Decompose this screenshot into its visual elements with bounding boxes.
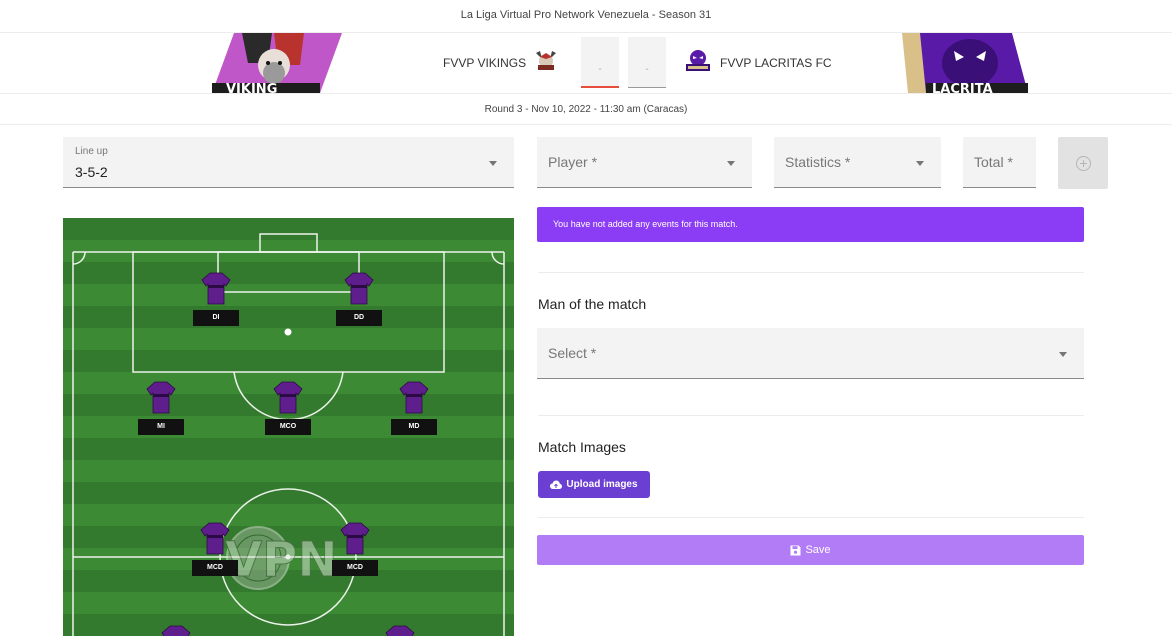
divider: [538, 272, 1084, 273]
match-images-title: Match Images: [538, 439, 626, 455]
no-events-alert: You have not added any events for this m…: [537, 207, 1084, 242]
league-title: La Liga Virtual Pro Network Venezuela - …: [460, 9, 712, 21]
pitch: VPN DI DD MI MCO MD MCD MCD: [63, 218, 514, 636]
save-label: Save: [805, 544, 831, 556]
player-placeholder: Player *: [548, 154, 598, 170]
home-score-input[interactable]: -: [581, 37, 619, 88]
home-team-banner: VIKING: [212, 33, 342, 93]
chevron-down-icon: [916, 161, 924, 166]
man-of-match-select[interactable]: Select *: [537, 328, 1084, 379]
jersey-icon: [201, 272, 231, 305]
jersey-icon: [161, 625, 191, 636]
player-position-label: MCO: [265, 419, 311, 435]
jersey-icon: [200, 522, 230, 555]
chevron-down-icon: [727, 161, 735, 166]
away-score-input[interactable]: -: [628, 37, 666, 88]
lacritas-logo-icon: [684, 49, 712, 76]
plus-circle-icon: [1075, 155, 1091, 171]
player-position-label: MD: [391, 419, 437, 435]
upload-images-button[interactable]: Upload images: [538, 471, 650, 498]
jersey-icon: [146, 381, 176, 414]
round-info: Round 3 - Nov 10, 2022 - 11:30 am (Carac…: [484, 104, 688, 115]
match-edit-page: La Liga Virtual Pro Network Venezuela - …: [0, 0, 1172, 636]
jersey-icon: [344, 272, 374, 305]
player-position-label: DD: [336, 310, 382, 326]
home-team: FVVP VIKINGS: [443, 49, 558, 76]
jersey-icon: [273, 381, 303, 414]
statistics-placeholder: Statistics *: [785, 154, 851, 170]
jersey-icon: [385, 625, 415, 636]
total-input[interactable]: Total *: [963, 137, 1036, 188]
away-team-banner: LACRITA: [902, 33, 1032, 93]
upload-images-label: Upload images: [566, 479, 638, 490]
cloud-upload-icon: [550, 480, 563, 489]
player-position-label: DI: [193, 310, 239, 326]
man-of-match-placeholder: Select *: [548, 345, 597, 361]
home-team-name: FVVP VIKINGS: [443, 55, 527, 70]
away-team-name: FVVP LACRITAS FC: [720, 55, 832, 70]
player-position-label: MCD: [192, 560, 238, 576]
lineup-value: 3-5-2: [75, 164, 108, 180]
away-banner-text: LACRITA: [932, 82, 993, 93]
total-placeholder: Total *: [974, 154, 1013, 170]
divider: [538, 415, 1084, 416]
man-of-match-title: Man of the match: [538, 296, 647, 312]
statistics-select[interactable]: Statistics *: [774, 137, 941, 188]
lineup-label: Line up: [75, 146, 108, 157]
vikings-logo-icon: [534, 49, 558, 76]
save-button[interactable]: Save: [537, 535, 1084, 565]
chevron-down-icon: [489, 161, 497, 166]
divider: [0, 93, 1172, 94]
add-event-button[interactable]: [1058, 137, 1108, 189]
divider: [0, 124, 1172, 125]
player-select[interactable]: Player *: [537, 137, 752, 188]
player-position-label: MCD: [332, 560, 378, 576]
player-position-label: MI: [138, 419, 184, 435]
away-team: FVVP LACRITAS FC: [684, 49, 832, 76]
floppy-disk-icon: [790, 545, 801, 555]
divider: [538, 517, 1084, 518]
pitch-watermark: VPN: [225, 532, 338, 588]
lineup-select[interactable]: Line up 3-5-2: [63, 137, 514, 188]
chevron-down-icon: [1059, 352, 1067, 357]
home-banner-text: VIKING: [226, 82, 277, 93]
jersey-icon: [399, 381, 429, 414]
jersey-icon: [340, 522, 370, 555]
